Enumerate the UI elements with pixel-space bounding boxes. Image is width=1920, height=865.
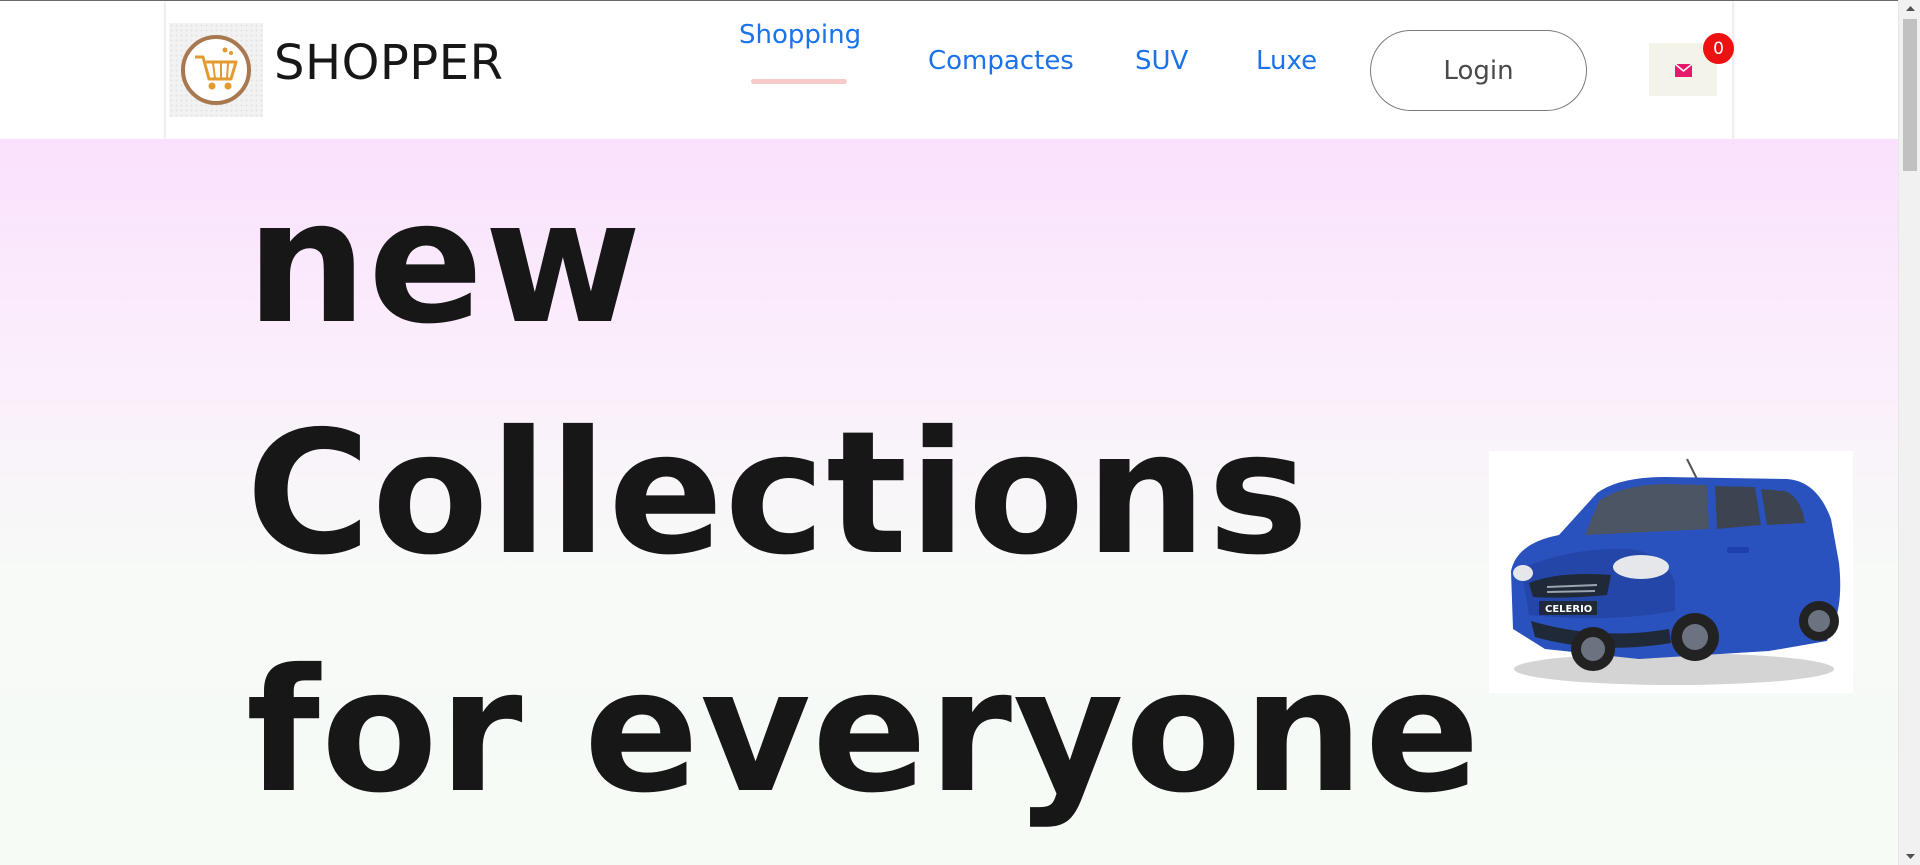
svg-text:CELERIO: CELERIO <box>1545 604 1592 615</box>
logo[interactable] <box>169 23 263 117</box>
brand-name[interactable]: SHOPPER <box>274 31 503 95</box>
vertical-scrollbar[interactable] <box>1898 0 1920 865</box>
hero-image: CELERIO <box>1489 451 1853 693</box>
active-nav-indicator <box>751 79 847 84</box>
scrollbar-thumb[interactable] <box>1903 19 1917 171</box>
shopping-cart-icon <box>181 35 251 105</box>
car-image: CELERIO <box>1511 458 1841 685</box>
scroll-up-arrow-icon[interactable] <box>1899 0 1920 17</box>
navbar: SHOPPER Shopping Compactes SUV Luxe Logi… <box>165 1 1734 139</box>
cart-icon <box>1674 62 1692 77</box>
nav-link-luxe[interactable]: Luxe <box>1256 44 1317 78</box>
nav-link-suv[interactable]: SUV <box>1135 44 1188 78</box>
nav-link-shopping[interactable]: Shopping <box>739 18 861 52</box>
hero-section: new Collections for everyone CELERIO <box>0 139 1898 865</box>
cart-count-badge: 0 <box>1703 33 1734 64</box>
hero-title-line-2: Collections <box>246 395 1310 593</box>
hero-title-line-3: for everyone <box>246 633 1481 831</box>
nav-link-compactes[interactable]: Compactes <box>928 44 1074 78</box>
scroll-down-arrow-icon[interactable] <box>1899 848 1920 865</box>
login-button[interactable]: Login <box>1370 30 1587 111</box>
hero-title-line-1: new <box>246 164 643 362</box>
